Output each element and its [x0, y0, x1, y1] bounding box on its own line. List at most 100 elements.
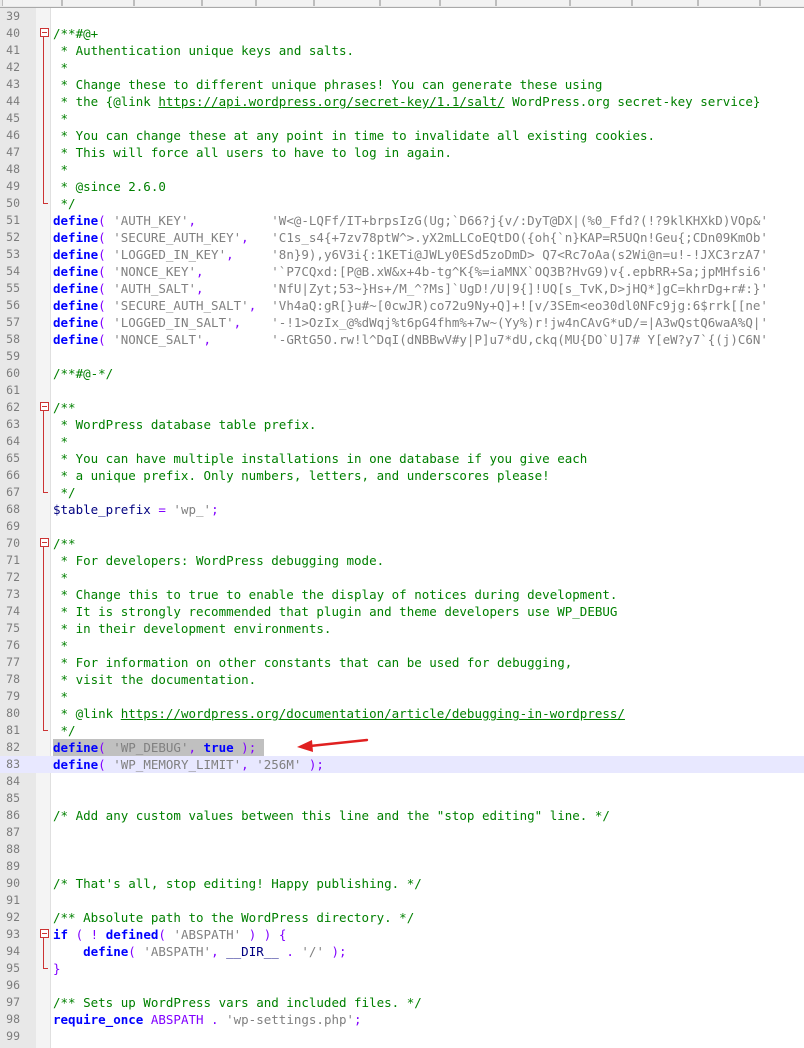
code-text[interactable]: * This will force all users to have to l… [53, 144, 452, 161]
code-line[interactable]: 61 [0, 382, 804, 399]
code-link[interactable]: https://api.wordpress.org/secret-key/1.1… [158, 94, 504, 109]
code-text[interactable]: define( 'AUTH_KEY', 'W<@-LQFf/IT+brpsIzG… [53, 212, 768, 229]
code-line[interactable]: 94 define( 'ABSPATH', __DIR__ . '/' ); [0, 943, 804, 960]
code-text[interactable]: * @since 2.6.0 [53, 178, 166, 195]
code-line[interactable]: 44 * the {@link https://api.wordpress.or… [0, 93, 804, 110]
code-text[interactable]: * in their development environments. [53, 620, 332, 637]
code-text[interactable]: * WordPress database table prefix. [53, 416, 317, 433]
code-text[interactable]: * [53, 433, 69, 450]
code-text[interactable]: if ( ! defined( 'ABSPATH' ) ) { [53, 926, 286, 943]
code-line[interactable]: 58 define( 'NONCE_SALT', '-GRtG5O.rw!l^Dq… [0, 331, 804, 348]
code-text[interactable]: * Change these to different unique phras… [53, 76, 603, 93]
code-line[interactable]: 48 * [0, 161, 804, 178]
code-line[interactable]: 42 * [0, 59, 804, 76]
code-line[interactable]: 89 [0, 858, 804, 875]
code-text[interactable]: * For information on other constants tha… [53, 654, 573, 671]
code-text[interactable]: define( 'AUTH_SALT', 'NfU|Zyt;53~}Hs+/M_… [53, 280, 768, 297]
file-tab[interactable] [202, 0, 256, 6]
file-tab[interactable] [62, 0, 134, 6]
code-text[interactable]: * You can change these at any point in t… [53, 127, 656, 144]
code-line[interactable]: 65 * You can have multiple installations… [0, 450, 804, 467]
code-text[interactable]: * [53, 569, 69, 586]
code-line[interactable]: 67 */ [0, 484, 804, 501]
code-link[interactable]: https://wordpress.org/documentation/arti… [121, 706, 625, 721]
code-line[interactable]: 51 define( 'AUTH_KEY', 'W<@-LQFf/IT+brpsI… [0, 212, 804, 229]
code-line[interactable]: 45 * [0, 110, 804, 127]
code-line[interactable]: 99 [0, 1028, 804, 1045]
code-line[interactable]: 90 /* That's all, stop editing! Happy pub… [0, 875, 804, 892]
code-text[interactable]: * For developers: WordPress debugging mo… [53, 552, 385, 569]
code-text[interactable]: } [53, 960, 61, 977]
code-line[interactable]: 64 * [0, 433, 804, 450]
code-line[interactable]: 80 * @link https://wordpress.org/documen… [0, 705, 804, 722]
code-text[interactable]: define( 'LOGGED_IN_KEY', '8n}9),y6V3i{:1… [53, 246, 768, 263]
code-line[interactable]: 66 * a unique prefix. Only numbers, lett… [0, 467, 804, 484]
code-line[interactable]: 88 [0, 841, 804, 858]
code-line[interactable]: 91 [0, 892, 804, 909]
code-line[interactable]: 55 define( 'AUTH_SALT', 'NfU|Zyt;53~}Hs+/… [0, 280, 804, 297]
code-line[interactable]: 73 * Change this to true to enable the d… [0, 586, 804, 603]
code-line[interactable]: 59 [0, 348, 804, 365]
code-line[interactable]: 92 /** Absolute path to the WordPress dir… [0, 909, 804, 926]
code-line[interactable]: 70 /** [0, 535, 804, 552]
code-line[interactable]: 54 define( 'NONCE_KEY', '`P7CQxd:[P@B.xW&… [0, 263, 804, 280]
code-line[interactable]: 46 * You can change these at any point i… [0, 127, 804, 144]
code-line[interactable]: 57 define( 'LOGGED_IN_SALT', '-!1>OzIx_@%… [0, 314, 804, 331]
code-text[interactable]: define( 'ABSPATH', __DIR__ . '/' ); [53, 943, 346, 960]
code-line[interactable]: 95} [0, 960, 804, 977]
selected-code-text[interactable]: define( 'WP_DEBUG', true ); [53, 739, 264, 756]
file-tab[interactable] [698, 0, 760, 6]
code-text[interactable]: * [53, 688, 69, 705]
code-line[interactable]: 39 [0, 8, 804, 25]
code-text[interactable]: define( 'SECURE_AUTH_KEY', 'C1s_s4{+7zv7… [53, 229, 768, 246]
code-line[interactable]: 52 define( 'SECURE_AUTH_KEY', 'C1s_s4{+7z… [0, 229, 804, 246]
code-line[interactable]: 74 * It is strongly recommended that plu… [0, 603, 804, 620]
code-line[interactable]: 53 define( 'LOGGED_IN_KEY', '8n}9),y6V3i{… [0, 246, 804, 263]
code-line[interactable]: 79 * [0, 688, 804, 705]
code-line[interactable]: 63 * WordPress database table prefix. [0, 416, 804, 433]
file-tab[interactable] [2, 0, 62, 6]
fold-toggle-icon[interactable] [38, 926, 50, 943]
code-line[interactable]: 68 $table_prefix = 'wp_'; [0, 501, 804, 518]
code-text[interactable]: /* That's all, stop editing! Happy publi… [53, 875, 422, 892]
code-line[interactable]: 84 [0, 773, 804, 790]
code-line[interactable]: 47 * This will force all users to have t… [0, 144, 804, 161]
code-text[interactable]: /** [53, 399, 76, 416]
code-text[interactable]: * [53, 161, 69, 178]
code-text[interactable]: define( 'NONCE_SALT', '-GRtG5O.rw!l^DqI(… [53, 331, 768, 348]
code-text[interactable]: * visit the documentation. [53, 671, 257, 688]
code-editor[interactable]: 39 40/**#@+ 41 * Authentication unique key… [0, 8, 804, 1045]
code-line[interactable]: 93 if ( ! defined( 'ABSPATH' ) ) { [0, 926, 804, 943]
code-line[interactable]: 75 * in their development environments. [0, 620, 804, 637]
code-text[interactable]: define( 'SECURE_AUTH_SALT', 'Vh4aQ:gR[}u… [53, 297, 768, 314]
code-text[interactable]: * [53, 637, 69, 654]
code-line[interactable]: 60 /**#@-*/ [0, 365, 804, 382]
code-text[interactable]: define( 'LOGGED_IN_SALT', '-!1>OzIx_@%dW… [53, 314, 768, 331]
file-tab[interactable] [314, 0, 380, 6]
fold-toggle-icon[interactable] [38, 25, 50, 42]
code-text[interactable]: /** Sets up WordPress vars and included … [53, 994, 422, 1011]
code-line[interactable]: 98 require_once ABSPATH . 'wp-settings.ph… [0, 1011, 804, 1028]
code-line[interactable]: 85 [0, 790, 804, 807]
code-text[interactable]: * @link https://wordpress.org/documentat… [53, 705, 625, 722]
code-text[interactable]: /**#@+ [53, 25, 98, 42]
code-line[interactable]: 78 * visit the documentation. [0, 671, 804, 688]
code-text[interactable]: /** [53, 535, 76, 552]
code-line[interactable]: 82 define( 'WP_DEBUG', true ); [0, 739, 804, 756]
code-text[interactable]: * [53, 59, 69, 76]
file-tab[interactable] [760, 0, 804, 6]
code-line[interactable]: 50 */ [0, 195, 804, 212]
code-text[interactable]: */ [53, 195, 76, 212]
code-text[interactable]: * a unique prefix. Only numbers, letters… [53, 467, 550, 484]
code-line[interactable]: 76 * [0, 637, 804, 654]
code-line[interactable]: 87 [0, 824, 804, 841]
code-text[interactable]: */ [53, 722, 76, 739]
code-text[interactable]: * the {@link https://api.wordpress.org/s… [53, 93, 761, 110]
code-line[interactable]: 62 /** [0, 399, 804, 416]
file-tab[interactable] [380, 0, 440, 6]
code-text[interactable]: /** Absolute path to the WordPress direc… [53, 909, 414, 926]
code-text[interactable]: $table_prefix = 'wp_'; [53, 501, 219, 518]
code-line[interactable]: 56 define( 'SECURE_AUTH_SALT', 'Vh4aQ:gR[… [0, 297, 804, 314]
file-tab[interactable] [496, 0, 570, 6]
code-line[interactable]: 77 * For information on other constants … [0, 654, 804, 671]
